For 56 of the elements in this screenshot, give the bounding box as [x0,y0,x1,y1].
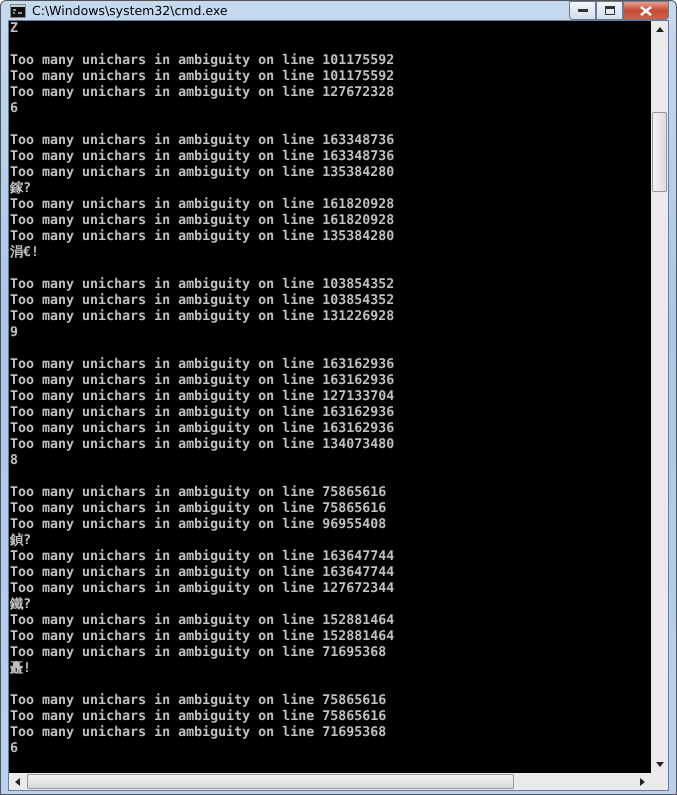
minimize-button[interactable] [569,1,596,20]
scroll-right-icon[interactable] [640,778,645,786]
console-line: Too many unichars in ambiguity on line 75865616 [10,693,388,709]
minimize-icon [578,8,588,12]
console-line: Too many unichars in ambiguity on line 127133704 [10,389,396,405]
scroll-down-icon[interactable] [656,762,664,767]
maximize-button[interactable] [596,1,623,20]
console-line: 矗! [10,661,32,677]
console-line: 6 [10,101,20,117]
console-line: Too many unichars in ambiguity on line 71695368 [10,725,388,741]
console-line: 鍞? [10,533,32,549]
window-title: C:\Windows\system32\cmd.exe [32,3,229,18]
console-line: Too many unichars in ambiguity on line 163162936 [10,421,396,437]
console-line: Too many unichars in ambiguity on line 152881464 [10,629,396,645]
console-line: Too many unichars in ambiguity on line 152881464 [10,613,396,629]
console-line: 涓€! [10,245,40,261]
horizontal-scrollbar[interactable] [9,773,668,790]
console-line: Too many unichars in ambiguity on line 163162936 [10,357,396,373]
console-line: 鎵? [10,181,32,197]
scroll-up-icon[interactable] [656,27,664,32]
console-line: Too many unichars in ambiguity on line 75865616 [10,501,388,517]
maximize-icon [604,6,614,15]
console-app-icon [10,4,26,18]
console-line: Too many unichars in ambiguity on line 163162936 [10,373,396,389]
close-icon [640,6,652,16]
console-line: Too many unichars in ambiguity on line 75865616 [10,709,388,725]
vertical-scrollbar[interactable] [651,21,668,773]
console-line: Too many unichars in ambiguity on line 131226928 [10,309,396,325]
console-line: Too many unichars in ambiguity on line 101175592 [10,69,396,85]
console-line: Too many unichars in ambiguity on line 103854352 [10,277,396,293]
console-line: Too many unichars in ambiguity on line 135384280 [10,165,396,180]
console-line: Too many unichars in ambiguity on line 161820928 [10,197,396,213]
console-line: 6 [10,741,20,757]
console-line: Too many unichars in ambiguity on line 163162936 [10,405,396,421]
console-line: 8 [10,453,20,469]
console-line: Too many unichars in ambiguity on line 127672344 [10,581,396,597]
console-line: Too many unichars in ambiguity on line 163348736 [10,149,396,165]
console-line: Too many unichars in ambiguity on line 163647744 [10,549,396,565]
scroll-thumb[interactable] [27,774,514,789]
scroll-left-icon[interactable] [15,778,20,786]
console-line: Too many unichars in ambiguity on line 101175592 [10,53,396,69]
console-line: Too many unichars in ambiguity on line 161820928 [10,213,396,229]
console-line: Too many unichars in ambiguity on line 75865616 [10,485,388,501]
console-line: Z [10,21,20,37]
console-line: Too many unichars in ambiguity on line 134073480 [10,437,396,453]
console-line: Too many unichars in ambiguity on line 96955408 [10,517,388,532]
console-line: Too many unichars in ambiguity on line 135384280 [10,229,396,245]
console-line: Too many unichars in ambiguity on line 103854352 [10,293,396,309]
close-button[interactable] [623,1,669,20]
console-line: Too many unichars in ambiguity on line 71695368 [10,645,388,660]
console-line: 鐵? [10,597,32,613]
console-line: Too many unichars in ambiguity on line 163348736 [10,133,396,149]
console-line: Too many unichars in ambiguity on line 163647744 [10,565,396,581]
scroll-thumb[interactable] [652,112,667,192]
console-line: Too many unichars in ambiguity on line 127672328 [10,85,396,101]
console-line: 9 [10,325,20,341]
